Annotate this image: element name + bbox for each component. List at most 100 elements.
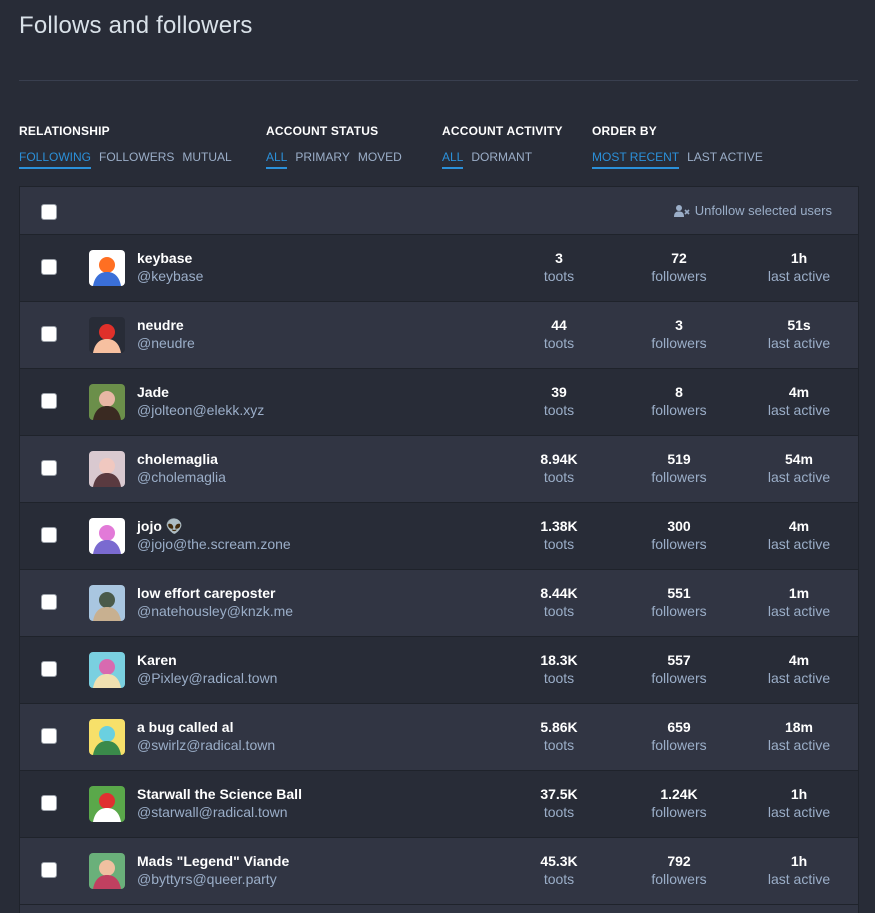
last-active-stat: 54m last active [744, 451, 854, 486]
followers-stat: 72 followers [624, 250, 734, 285]
row-checkbox[interactable] [41, 862, 57, 878]
filter-option-moved[interactable]: MOVED [358, 150, 402, 167]
account-name-block[interactable]: Karen @Pixley@radical.town [137, 652, 277, 687]
last-active-stat: 51s last active [744, 317, 854, 352]
account-name-block[interactable]: Jade @jolteon@elekk.xyz [137, 384, 264, 419]
followers-stat: 1.24K followers [624, 786, 734, 821]
display-name: cholemaglia [137, 451, 218, 467]
avatar[interactable] [89, 451, 125, 487]
filter-title: ACCOUNT ACTIVITY [442, 124, 563, 138]
avatar[interactable] [89, 786, 125, 822]
toots-label: toots [543, 402, 575, 418]
filters-bar: RELATIONSHIP FOLLOWING FOLLOWERS MUTUAL ACCO… [0, 124, 875, 169]
table-row: a bug called al @swirlz@radical.town 5.86K… [20, 704, 858, 771]
followers-count: 72 [671, 250, 687, 266]
filter-group-account-activity: ACCOUNT ACTIVITY ALL DORMANT [442, 124, 563, 169]
toots-stat: 37.5K toots [504, 786, 614, 821]
last-active-label: last active [767, 603, 831, 619]
avatar[interactable] [89, 652, 125, 688]
toots-count: 1.38K [540, 518, 578, 534]
filter-option-last-active[interactable]: LAST ACTIVE [687, 150, 763, 167]
last-active-stat: 18m last active [744, 719, 854, 754]
followers-count: 557 [667, 652, 691, 668]
row-checkbox[interactable] [41, 795, 57, 811]
last-active-value: 4m [788, 518, 810, 534]
account-name-block[interactable]: neudre @neudre [137, 317, 195, 352]
last-active-stat: 4m last active [744, 652, 854, 687]
toots-stat: 18.3K toots [504, 652, 614, 687]
last-active-stat: 1h last active [744, 853, 854, 888]
avatar[interactable] [89, 518, 125, 554]
followers-label: followers [651, 268, 707, 284]
display-name: low effort careposter [137, 585, 276, 601]
last-active-label: last active [767, 670, 831, 686]
row-checkbox[interactable] [41, 527, 57, 543]
row-checkbox[interactable] [41, 460, 57, 476]
display-name: jojo 👽 [137, 518, 184, 534]
account-handle: @natehousley@knzk.me [137, 603, 294, 619]
followers-count: 519 [667, 451, 691, 467]
account-handle: @jolteon@elekk.xyz [137, 402, 265, 418]
toots-count: 37.5K [540, 786, 578, 802]
account-handle: @keybase [137, 268, 204, 284]
toots-stat: 8.44K toots [504, 585, 614, 620]
account-name-block[interactable]: a bug called al @swirlz@radical.town [137, 719, 275, 754]
followers-stat: 8 followers [624, 384, 734, 419]
filter-option-dormant[interactable]: DORMANT [471, 150, 532, 167]
row-checkbox[interactable] [41, 393, 57, 409]
avatar[interactable] [89, 719, 125, 755]
filter-option-most-recent[interactable]: MOST RECENT [592, 150, 680, 169]
table-row: Karen @Pixley@radical.town 18.3K toots 557 fo… [20, 637, 858, 704]
filter-option-mutual[interactable]: MUTUAL [182, 150, 231, 167]
account-name-block[interactable]: cholemaglia @cholemaglia [137, 451, 226, 486]
unfollow-selected-button[interactable]: Unfollow selected users [673, 203, 832, 218]
followers-label: followers [651, 402, 707, 418]
toots-stat: 39 toots [504, 384, 614, 419]
row-checkbox[interactable] [41, 594, 57, 610]
account-name-block[interactable]: low effort careposter @natehousley@knzk.m… [137, 585, 293, 620]
filter-option-followers[interactable]: FOLLOWERS [99, 150, 174, 167]
filter-option-primary[interactable]: PRIMARY [295, 150, 349, 167]
last-active-value: 54m [784, 451, 814, 467]
filter-options: ALL DORMANT [442, 148, 563, 169]
account-name-block[interactable]: Mads "Legend" Viande @byttyrs@queer.party [137, 853, 289, 888]
filter-option-following[interactable]: FOLLOWING [19, 150, 92, 169]
filter-options: ALL PRIMARY MOVED [266, 148, 410, 169]
avatar[interactable] [89, 585, 125, 621]
toots-stat: 44 toots [504, 317, 614, 352]
avatar[interactable] [89, 317, 125, 353]
account-name-block[interactable]: jojo 👽 @jojo@the.scream.zone [137, 518, 291, 553]
followers-stat: 792 followers [624, 853, 734, 888]
page-title: Follows and followers [19, 12, 253, 39]
table-row: Starwall the Science Ball @starwall@radic… [20, 771, 858, 838]
last-active-value: 1h [790, 786, 808, 802]
toots-label: toots [543, 804, 575, 820]
table-row: Jade @jolteon@elekk.xyz 39 toots 8 followers 4… [20, 369, 858, 436]
filter-title: ACCOUNT STATUS [266, 124, 379, 138]
row-checkbox[interactable] [41, 728, 57, 744]
followers-label: followers [651, 871, 707, 887]
followers-label: followers [651, 335, 707, 351]
toots-count: 39 [551, 384, 567, 400]
filter-title: RELATIONSHIP [19, 124, 110, 138]
row-checkbox[interactable] [41, 326, 57, 342]
avatar[interactable] [89, 250, 125, 286]
account-handle: @swirlz@radical.town [137, 737, 276, 753]
account-name-block[interactable]: keybase @keybase [137, 250, 203, 285]
display-name: keybase [137, 250, 193, 266]
avatar[interactable] [89, 384, 125, 420]
row-checkbox[interactable] [41, 661, 57, 677]
filter-option-all[interactable]: ALL [442, 150, 464, 169]
table-header: Unfollow selected users [20, 187, 858, 235]
select-all-checkbox[interactable] [41, 204, 57, 220]
toots-count: 45.3K [540, 853, 578, 869]
row-checkbox[interactable] [41, 259, 57, 275]
followers-stat: 551 followers [624, 585, 734, 620]
user-times-icon [673, 204, 690, 217]
avatar[interactable] [89, 853, 125, 889]
filter-option-all[interactable]: ALL [266, 150, 288, 169]
followers-stat: 659 followers [624, 719, 734, 754]
last-active-label: last active [767, 737, 831, 753]
followers-label: followers [651, 737, 707, 753]
account-name-block[interactable]: Starwall the Science Ball @starwall@radic… [137, 786, 302, 821]
